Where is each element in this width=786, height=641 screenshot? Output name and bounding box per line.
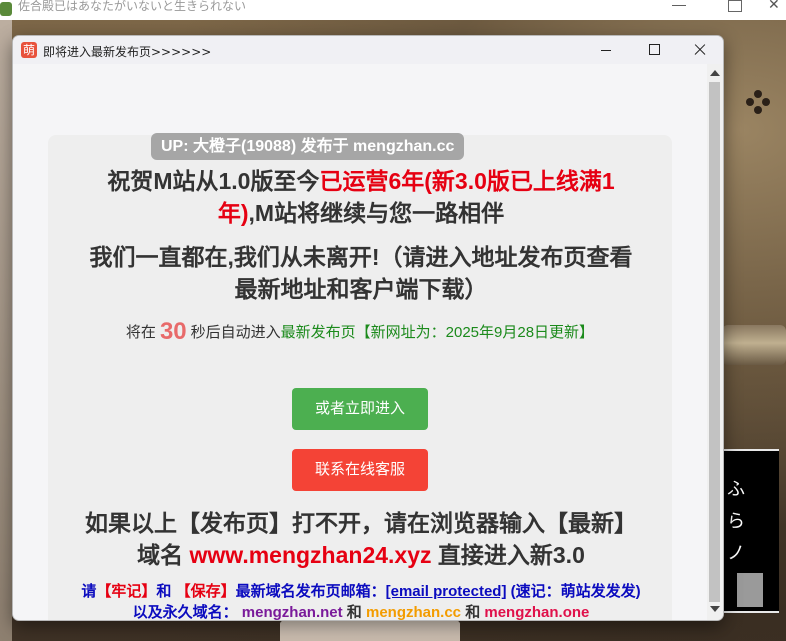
background-left-edge (0, 20, 12, 641)
countdown-line: 将在 30 秒后自动进入最新发布页【新网址为：2025年9月28日更新】 (48, 318, 672, 346)
countdown-prefix: 将在 (125, 324, 156, 341)
scroll-down-arrow-icon[interactable] (710, 606, 720, 612)
background-minimize-button[interactable]: — (672, 0, 686, 12)
background-close-button[interactable]: ✕ (768, 0, 780, 13)
background-maximize-button[interactable] (728, 0, 742, 12)
popup-window: 萌 即将进入最新发布页>>>>>> UP: 大橙子(19088) 发布于 men… (12, 35, 724, 621)
notice-and-1: 和 (156, 583, 172, 600)
notice-and-3: 和 (465, 604, 481, 620)
fallback-text-end: 直接进入新3.0 (437, 542, 585, 568)
notice-text-1: 最新域名发布页邮箱： (235, 583, 386, 600)
fallback-domain[interactable]: www.mengzhan24.xyz (190, 542, 432, 568)
notice-remember: 【牢记】 (96, 583, 157, 600)
minimize-button[interactable] (591, 40, 621, 60)
anniversary-headline: 祝贺M站从1.0版至今已运营6年(新3.0版已上线满1年),M站将继续与您一路相… (88, 165, 634, 229)
background-gray-panel (737, 573, 763, 607)
countdown-target: 最新发布页【新网址为：2025年9月28日更新】 (280, 324, 595, 341)
notice-please: 请 (81, 583, 97, 600)
maximize-button[interactable] (639, 40, 669, 60)
still-here-subhead: 我们一直都在,我们从未离开!（请进入地址发布页查看最新地址和客户端下载） (89, 244, 633, 302)
background-app-icon (0, 2, 12, 16)
headline-text-end: ,M站将继续与您一路相伴 (248, 200, 505, 226)
fallback-domain-headline: 如果以上【发布页】打不开，请在浏览器输入【最新】域名 www.mengzhan2… (78, 507, 644, 571)
enter-now-button[interactable]: 或者立即进入 (292, 388, 428, 430)
popup-body: UP: 大橙子(19088) 发布于 mengzhan.cc 祝贺M站从1.0版… (13, 64, 707, 620)
popup-titlebar[interactable]: 萌 即将进入最新发布页>>>>>> (13, 36, 723, 64)
countdown-seconds: 30 (159, 318, 187, 345)
online-service-button[interactable]: 联系在线客服 (292, 449, 428, 491)
background-window-title: 佐合殿已はあなたがいないと生きられない (18, 0, 247, 13)
notice-domain-one[interactable]: mengzhan.one (484, 604, 589, 620)
notice-save: 【保存】 (175, 583, 236, 600)
notice-and-2: 和 (346, 604, 362, 620)
remember-notice: 请【牢记】和 【保存】最新域名发布页邮箱：[email protected] (… (78, 581, 644, 620)
background-pipe (722, 325, 786, 365)
popup-app-icon: 萌 (21, 42, 37, 58)
scroll-up-arrow-icon[interactable] (710, 70, 720, 76)
headline-text-start: 祝贺M站从1.0版至今 (107, 168, 320, 194)
close-button[interactable] (685, 40, 715, 60)
vertical-scrollbar[interactable] (707, 64, 723, 620)
notice-domain-net[interactable]: mengzhan.net (242, 604, 343, 620)
popup-title: 即将进入最新发布页>>>>>> (43, 45, 212, 59)
background-bolts-decoration (746, 90, 770, 114)
announcement-card: UP: 大橙子(19088) 发布于 mengzhan.cc 祝贺M站从1.0版… (48, 133, 672, 620)
uploader-badge: UP: 大橙子(19088) 发布于 mengzhan.cc (151, 133, 465, 160)
notice-email-link[interactable]: [email protected] (386, 583, 507, 600)
background-titlebar: 佐合殿已はあなたがいないと生きられない — ✕ (0, 0, 786, 21)
scroll-thumb[interactable] (709, 82, 720, 602)
countdown-middle: 秒后自动进入 (190, 324, 281, 341)
notice-domain-cc[interactable]: mengzhan.cc (366, 604, 461, 620)
